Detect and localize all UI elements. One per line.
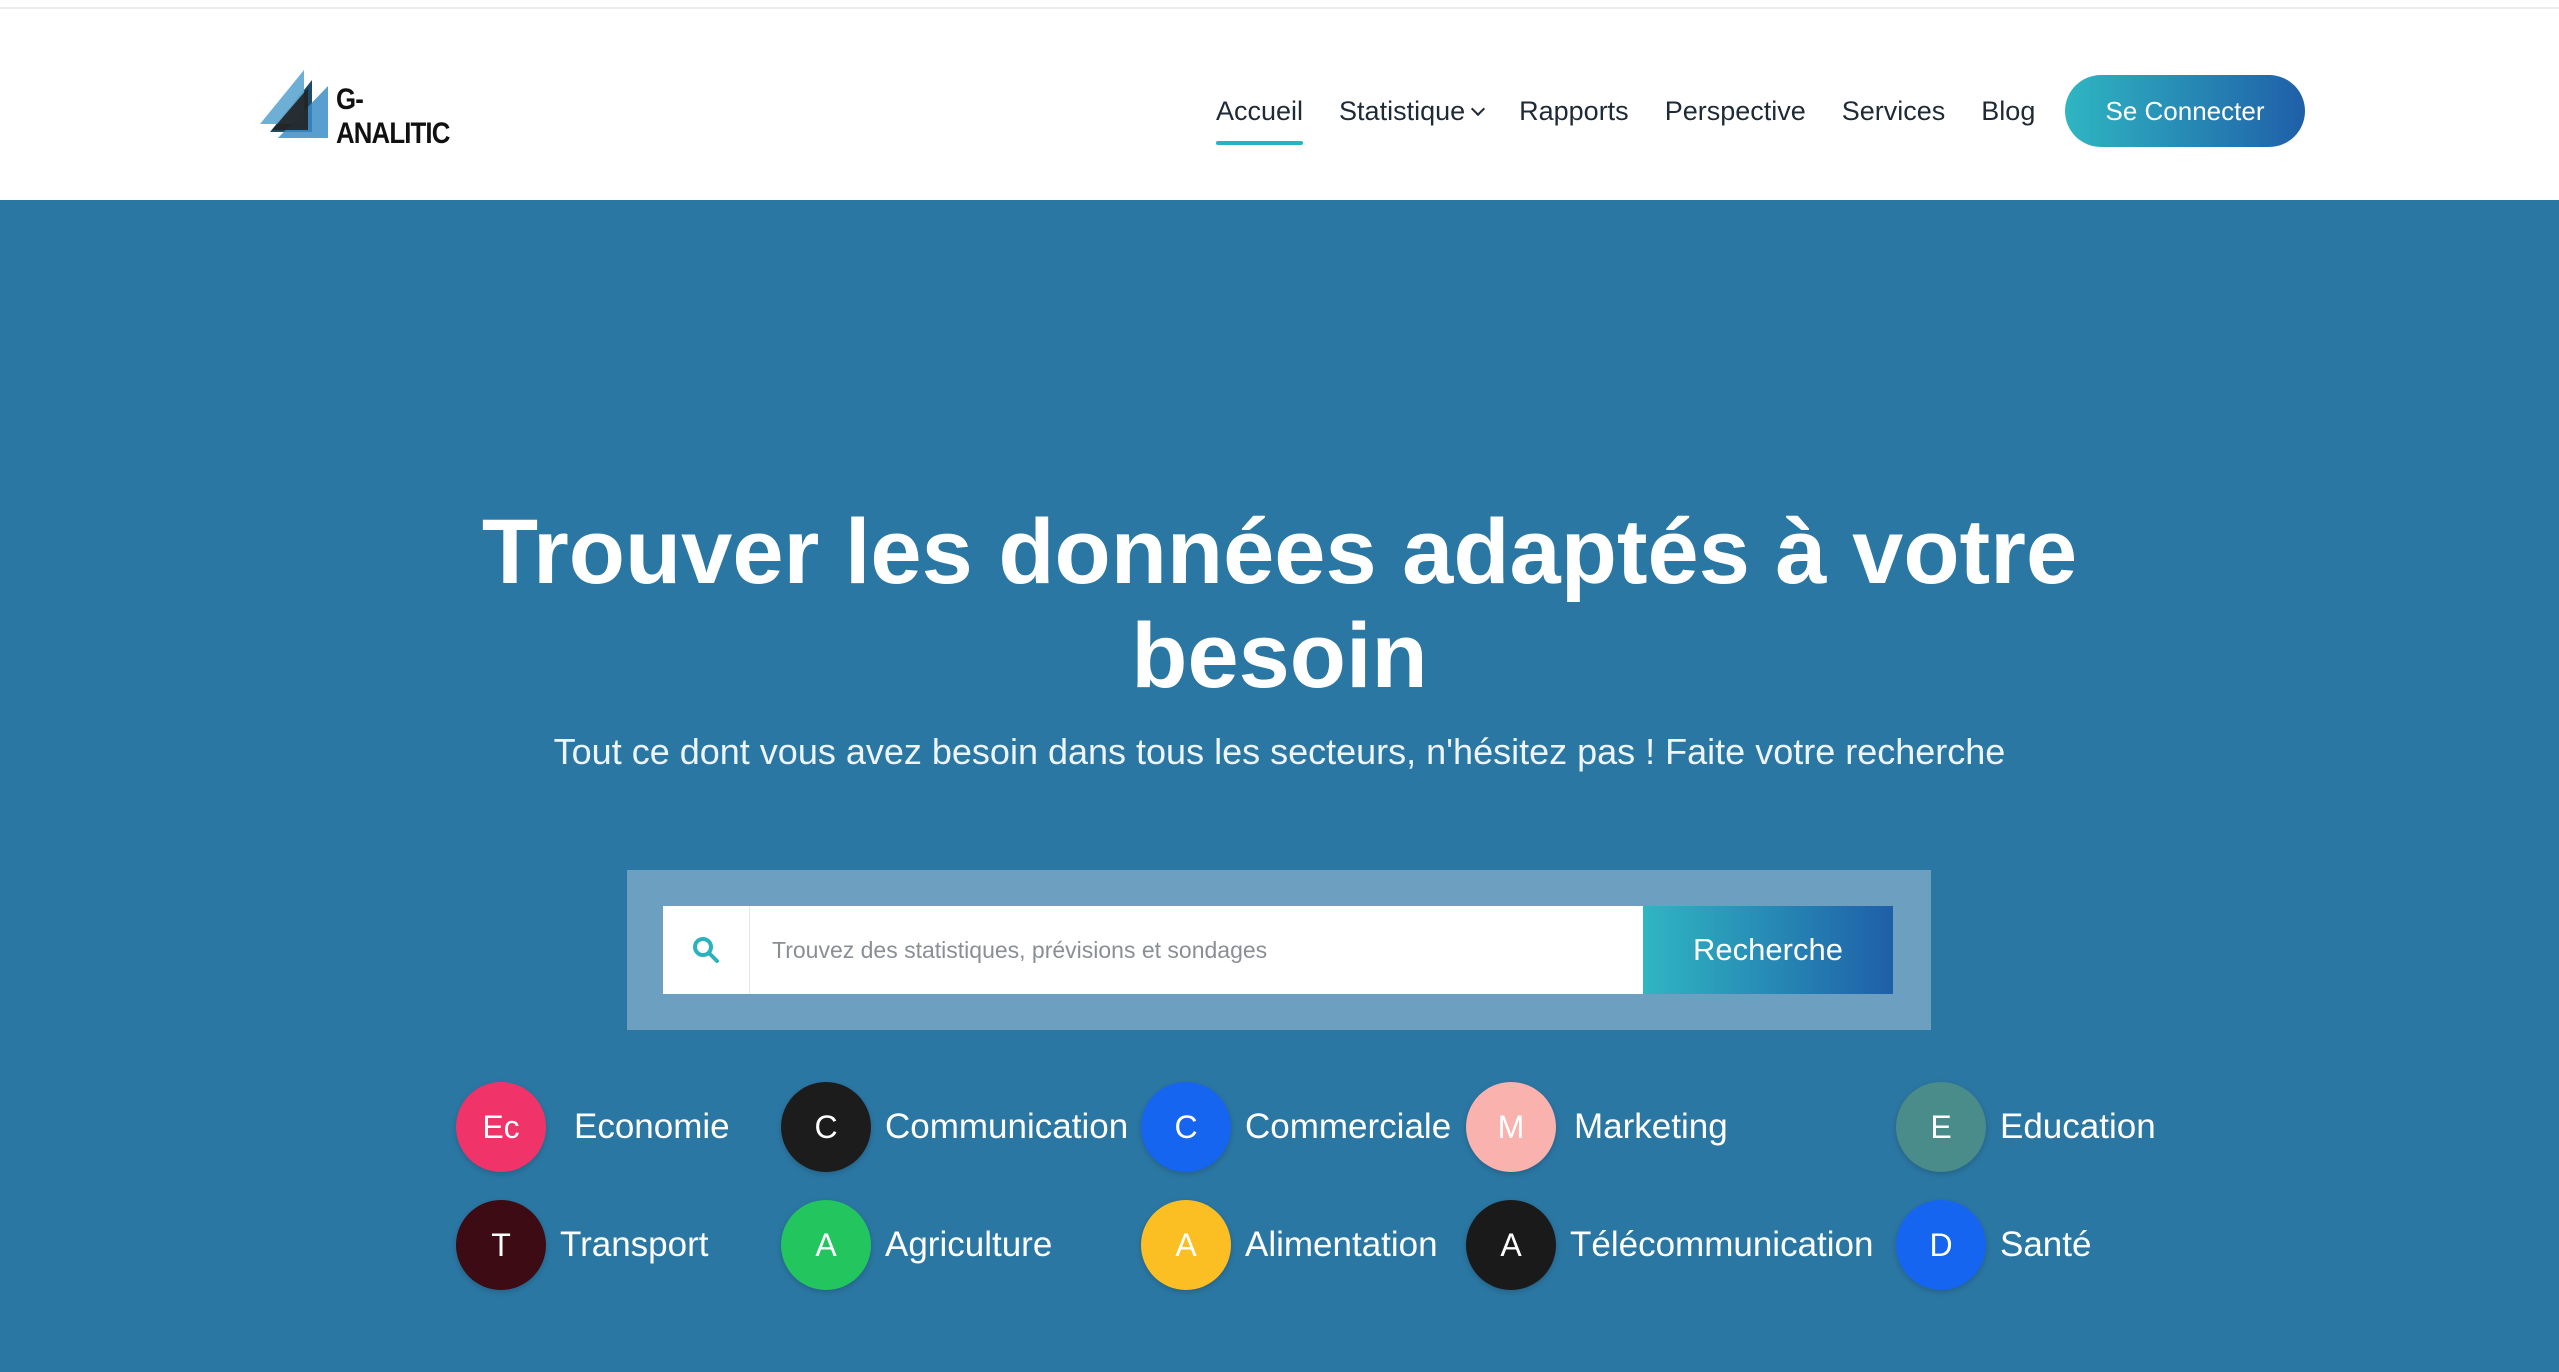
nav-item-rapports[interactable]: Rapports	[1519, 96, 1629, 127]
category-label: Télécommunication	[1570, 1225, 1874, 1264]
category-commerciale[interactable]: C Commerciale	[1141, 1081, 1451, 1173]
hero-section: Trouver les données adaptés à votre beso…	[0, 200, 2559, 1372]
category-sante[interactable]: D Santé	[1896, 1199, 2091, 1291]
category-marketing[interactable]: M Marketing	[1466, 1081, 1728, 1173]
nav-item-accueil[interactable]: Accueil	[1216, 96, 1304, 145]
category-label: Communication	[885, 1107, 1129, 1146]
category-economie[interactable]: Ec Economie	[456, 1081, 730, 1173]
hero-subtitle: Tout ce dont vous avez besoin dans tous …	[553, 731, 2006, 772]
category-avatar: Ec	[456, 1082, 546, 1172]
main-nav: Accueil Statistique Rapports Perspective…	[1216, 79, 2071, 145]
nav-item-statistique[interactable]: Statistique	[1339, 95, 1486, 127]
category-alimentation[interactable]: A Alimentation	[1141, 1199, 1438, 1291]
search-icon[interactable]	[663, 906, 750, 994]
hero-title: Trouver les données adaptés à votre beso…	[0, 500, 2559, 708]
nav-item-perspective[interactable]: Perspective	[1665, 96, 1806, 127]
site-header: G-ANALITIC Accueil Statistique Rapports …	[0, 9, 2559, 200]
search-input[interactable]	[750, 906, 1643, 994]
hero-title-line1: Trouver les données adaptés à votre	[481, 501, 2078, 603]
nav-item-services[interactable]: Services	[1842, 96, 1946, 127]
category-label: Economie	[574, 1107, 730, 1146]
category-communication[interactable]: C Communication	[781, 1081, 1128, 1173]
nav-item-statistique-label: Statistique	[1339, 95, 1466, 126]
brand-name: G-ANALITIC	[336, 83, 450, 150]
category-avatar: A	[781, 1200, 871, 1290]
nav-item-blog[interactable]: Blog	[1981, 96, 2035, 127]
category-avatar: A	[1141, 1200, 1231, 1290]
category-avatar: C	[1141, 1082, 1231, 1172]
category-telecommunication[interactable]: A Télécommunication	[1466, 1199, 1873, 1291]
category-education[interactable]: E Education	[1896, 1081, 2156, 1173]
logo-triangles-icon	[260, 70, 328, 138]
category-label: Education	[2000, 1107, 2156, 1146]
category-avatar: C	[781, 1082, 871, 1172]
login-button[interactable]: Se Connecter	[2065, 75, 2305, 147]
category-label: Marketing	[1574, 1107, 1728, 1146]
category-label: Transport	[560, 1225, 709, 1264]
search-button[interactable]: Recherche	[1643, 906, 1893, 994]
category-agriculture[interactable]: A Agriculture	[781, 1199, 1052, 1291]
category-transport[interactable]: T Transport	[456, 1199, 708, 1291]
category-avatar: M	[1466, 1082, 1556, 1172]
search-bar: Recherche	[663, 906, 1893, 994]
chevron-down-icon	[1471, 101, 1486, 116]
hero-title-line2: besoin	[1131, 605, 1428, 707]
category-label: Agriculture	[885, 1225, 1053, 1264]
category-avatar: A	[1466, 1200, 1556, 1290]
category-avatar: D	[1896, 1200, 1986, 1290]
category-label: Commerciale	[1245, 1107, 1452, 1146]
top-border	[0, 0, 2559, 9]
category-avatar: E	[1896, 1082, 1986, 1172]
category-label: Santé	[2000, 1225, 2092, 1264]
category-avatar: T	[456, 1200, 546, 1290]
brand-logo[interactable]: G-ANALITIC	[256, 60, 486, 150]
search-panel: Recherche	[627, 870, 1931, 1030]
category-label: Alimentation	[1245, 1225, 1438, 1264]
